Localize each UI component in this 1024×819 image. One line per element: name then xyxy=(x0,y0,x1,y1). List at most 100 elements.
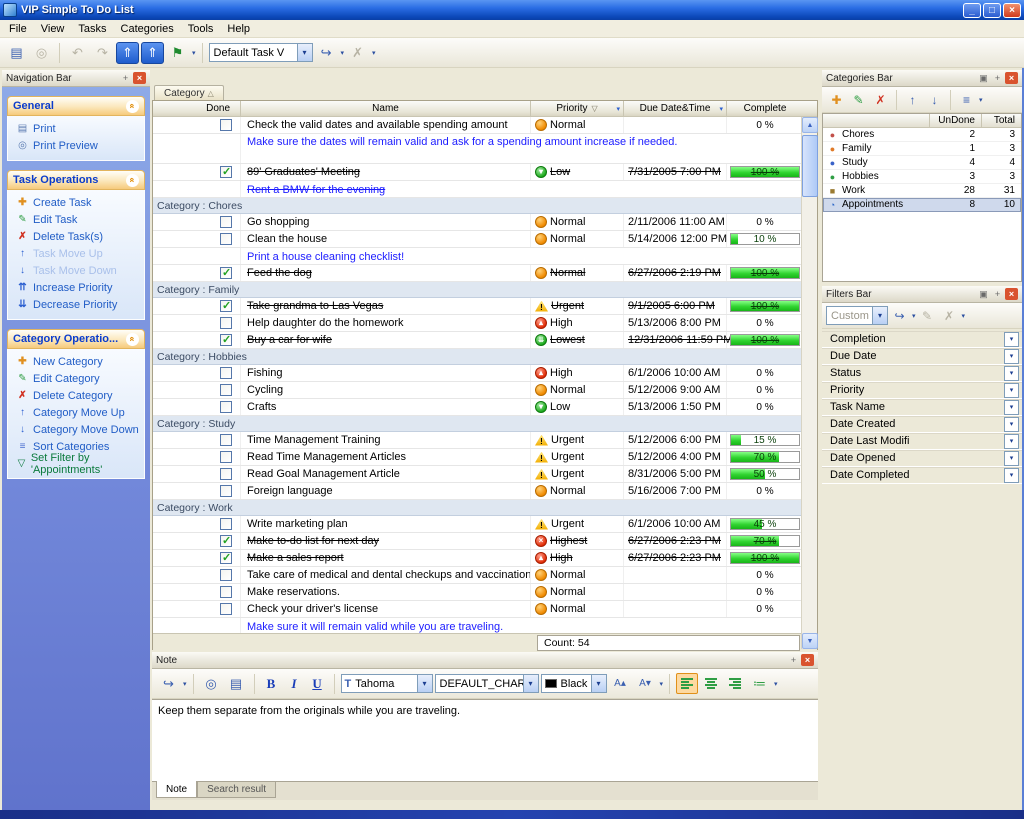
filter-dropdown-button[interactable]: ▾ xyxy=(1004,349,1019,364)
nav-item[interactable]: ▤ Print xyxy=(10,120,142,137)
task-checkbox[interactable] xyxy=(220,300,232,312)
category-move-up-button[interactable]: ↑ xyxy=(902,90,923,110)
nav-section-header[interactable]: Category Operatio... « xyxy=(7,329,145,349)
char-style-combo[interactable]: DEFAULT_CHAR ▾ xyxy=(435,674,539,693)
column-header-complete[interactable]: Complete xyxy=(727,101,803,116)
task-row[interactable]: Go shopping Normal 2/11/2006 11:00 AM 0 … xyxy=(153,214,817,231)
scrollbar-thumb[interactable] xyxy=(802,135,818,197)
category-group-row[interactable]: Category : Chores xyxy=(153,198,817,214)
delete-category-button[interactable]: ✗ xyxy=(870,90,891,110)
task-template-combo[interactable]: Default Task V ▾ xyxy=(209,43,313,62)
close-panel-icon[interactable]: × xyxy=(1005,72,1018,84)
print-button[interactable]: ▤ xyxy=(5,42,28,64)
category-group-row[interactable]: Category : Hobbies xyxy=(153,349,817,365)
pin-icon[interactable]: + xyxy=(119,72,132,84)
task-row[interactable]: Buy a car for wife ⇊ Lowest 12/31/2006 1… xyxy=(153,332,817,349)
menu-item[interactable]: File xyxy=(2,22,34,36)
align-left-button[interactable] xyxy=(676,673,698,694)
task-row[interactable]: Feed the dog Normal 6/27/2006 2:19 PM 10… xyxy=(153,265,817,282)
menu-item[interactable]: Tasks xyxy=(71,22,113,36)
filter-dropdown-button[interactable]: ▾ xyxy=(1004,434,1019,449)
font-color-combo[interactable]: Black ▾ xyxy=(541,674,607,693)
italic-button[interactable]: I xyxy=(284,673,305,694)
category-row[interactable]: ● Hobbies 3 3 xyxy=(823,170,1021,184)
note-panel-tab[interactable]: Search result xyxy=(197,782,276,798)
close-panel-icon[interactable]: × xyxy=(1005,288,1018,300)
scrollbar-track[interactable] xyxy=(802,133,817,633)
nav-item[interactable]: ↓ Task Move Down xyxy=(10,262,142,279)
task-row[interactable]: Time Management Training ! Urgent 5/12/2… xyxy=(153,432,817,449)
column-header-category[interactable] xyxy=(823,114,929,127)
task-row[interactable]: Check the valid dates and available spen… xyxy=(153,117,817,134)
delete-button[interactable]: ✗ xyxy=(346,42,369,64)
task-checkbox[interactable] xyxy=(220,552,232,564)
pin-icon[interactable]: + xyxy=(991,72,1004,84)
combo-arrow-icon[interactable]: ▾ xyxy=(417,675,432,692)
filter-row[interactable]: Status ▾ xyxy=(822,365,1022,382)
filter-row[interactable]: Completion ▾ xyxy=(822,331,1022,348)
menu-item[interactable]: Categories xyxy=(114,22,181,36)
bold-button[interactable]: B xyxy=(261,673,282,694)
view-mode-dropdown-icon[interactable]: ▾ xyxy=(192,49,196,57)
nav-item[interactable]: ↓ Category Move Down xyxy=(10,421,142,438)
priority-filter-icon[interactable]: ▾ xyxy=(616,105,620,113)
task-note-row[interactable]: Make sure the dates will remain valid an… xyxy=(153,134,817,164)
window-icon[interactable]: ▣ xyxy=(977,288,990,300)
note-print-button[interactable]: ▤ xyxy=(225,673,248,695)
print-preview-button[interactable]: ◎ xyxy=(30,42,53,64)
task-checkbox[interactable] xyxy=(220,569,232,581)
task-checkbox[interactable] xyxy=(220,518,232,530)
task-checkbox[interactable] xyxy=(220,384,232,396)
scroll-up-icon[interactable]: ▲ xyxy=(802,117,818,133)
task-checkbox[interactable] xyxy=(220,233,232,245)
task-checkbox[interactable] xyxy=(220,451,232,463)
vertical-scrollbar[interactable]: ▲ ▼ xyxy=(801,117,817,649)
font-family-combo[interactable]: T Tahoma ▾ xyxy=(341,674,433,693)
filter-row[interactable]: Date Last Modifi ▾ xyxy=(822,433,1022,450)
nav-item[interactable]: ▽ Set Filter by 'Appointments' xyxy=(10,455,142,472)
category-row[interactable]: ● Family 1 3 xyxy=(823,142,1021,156)
filter-row[interactable]: Date Completed ▾ xyxy=(822,467,1022,484)
category-group-row[interactable]: Category : Work xyxy=(153,500,817,516)
combo-arrow-icon[interactable]: ▾ xyxy=(297,44,312,61)
underline-button[interactable]: U xyxy=(307,673,328,694)
font-size-dropdown-icon[interactable]: ▾ xyxy=(660,680,664,688)
nav-item[interactable]: ⇈ Increase Priority xyxy=(10,279,142,296)
sort-categories-button[interactable]: ≡ xyxy=(956,90,977,110)
filter-row[interactable]: Priority ▾ xyxy=(822,382,1022,399)
close-button[interactable]: × xyxy=(1003,3,1021,18)
nav-item[interactable]: ◎ Print Preview xyxy=(10,137,142,154)
task-row[interactable]: Read Goal Management Article ! Urgent 8/… xyxy=(153,466,817,483)
nav-item[interactable]: ✚ Create Task xyxy=(10,194,142,211)
filter-dropdown-button[interactable]: ▾ xyxy=(1004,451,1019,466)
nav-section-header[interactable]: General « xyxy=(7,96,145,116)
task-row[interactable]: Crafts ▾ Low 5/13/2006 1:50 PM 0 % xyxy=(153,399,817,416)
task-checkbox[interactable] xyxy=(220,434,232,446)
note-panel-tab[interactable]: Note xyxy=(156,781,197,798)
task-checkbox[interactable] xyxy=(220,603,232,615)
task-row[interactable]: Foreign language Normal 5/16/2006 7:00 P… xyxy=(153,483,817,500)
category-row[interactable]: ● Chores 2 3 xyxy=(823,128,1021,142)
filter-dropdown-button[interactable]: ▾ xyxy=(1004,383,1019,398)
scroll-down-icon[interactable]: ▼ xyxy=(802,633,818,649)
clear-filter-button[interactable]: ✗ xyxy=(939,306,960,326)
category-row[interactable]: ● Study 4 4 xyxy=(823,156,1021,170)
column-header-total[interactable]: Total xyxy=(981,114,1021,127)
task-row[interactable]: Make a sales report ▴ High 6/27/2006 2:2… xyxy=(153,550,817,567)
redo-button[interactable]: ↷ xyxy=(91,42,114,64)
nav-item[interactable]: ✚ New Category xyxy=(10,353,142,370)
menu-item[interactable]: Tools xyxy=(181,22,221,36)
category-group-row[interactable]: Category : Family xyxy=(153,282,817,298)
note-export-dropdown-icon[interactable]: ▾ xyxy=(183,680,187,688)
filter-row[interactable]: Task Name ▾ xyxy=(822,399,1022,416)
nav-item[interactable]: ✎ Edit Task xyxy=(10,211,142,228)
filter-dropdown-button[interactable]: ▾ xyxy=(1004,417,1019,432)
category-move-down-button[interactable]: ↓ xyxy=(924,90,945,110)
category-row[interactable]: ■ Work 28 31 xyxy=(823,184,1021,198)
sort-dropdown-icon[interactable]: ▾ xyxy=(979,96,983,104)
pin-icon[interactable]: + xyxy=(787,654,800,666)
export-button[interactable]: ↪ xyxy=(315,42,338,64)
align-center-button[interactable] xyxy=(700,673,722,694)
task-row[interactable]: Make to-do list for next day × Highest 6… xyxy=(153,533,817,550)
combo-arrow-icon[interactable]: ▾ xyxy=(591,675,606,692)
